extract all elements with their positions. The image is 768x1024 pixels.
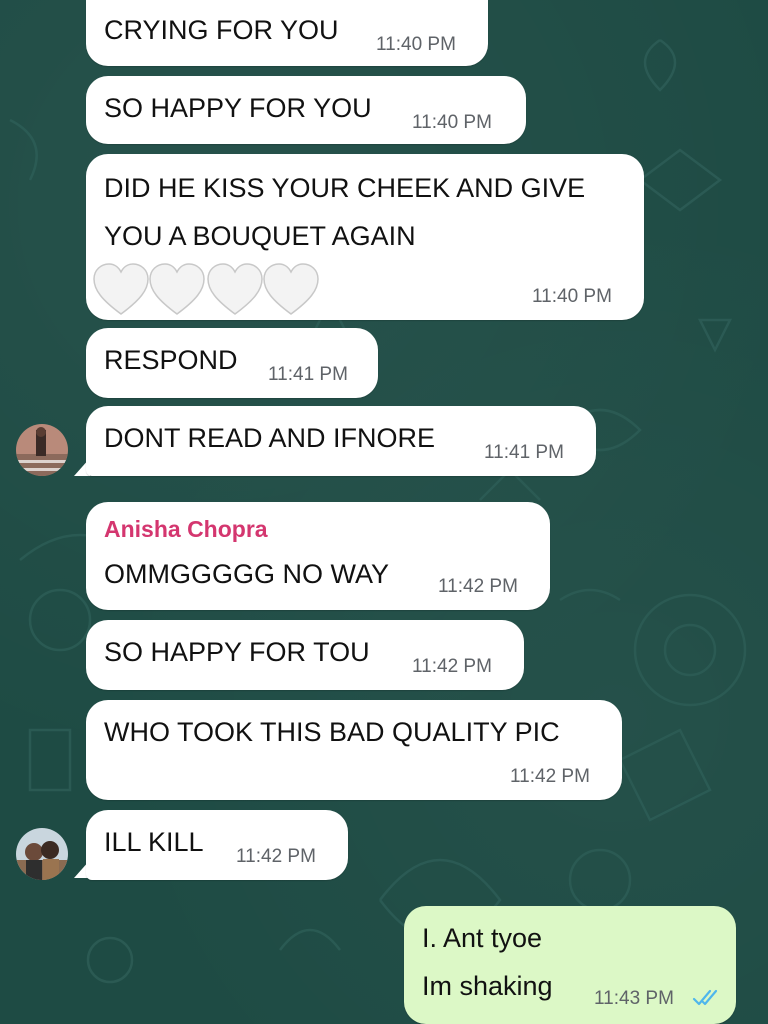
- double-check-icon: [692, 989, 718, 1006]
- message-bubble[interactable]: CRYING FOR YOU 11:40 PM: [86, 0, 488, 66]
- white-heart-icon: [263, 263, 319, 315]
- message-bubble[interactable]: RESPOND 11:41 PM: [86, 328, 378, 398]
- message-time: 11:42 PM: [510, 766, 590, 787]
- message-time: 11:40 PM: [376, 34, 456, 55]
- avatar-photo: [16, 424, 68, 476]
- message-text: ILL KILL: [104, 827, 204, 857]
- message-text: DONT READ AND IFNORE: [104, 423, 436, 453]
- message-text-line-2: YOU A BOUQUET AGAIN: [104, 221, 416, 251]
- white-heart-icon: [207, 263, 263, 315]
- message-bubble[interactable]: Anisha Chopra OMMGGGGG NO WAY 11:42 PM: [86, 502, 550, 610]
- sender-avatar[interactable]: [16, 424, 68, 476]
- sender-name[interactable]: Anisha Chopra: [104, 516, 268, 543]
- message-text-line-2: Im shaking: [422, 971, 553, 1001]
- message-time: 11:40 PM: [412, 112, 492, 133]
- message-text: WHO TOOK THIS BAD QUALITY PIC: [104, 717, 560, 747]
- white-heart-icon: [93, 263, 149, 315]
- sender-avatar[interactable]: [16, 828, 68, 880]
- message-time: 11:43 PM: [594, 988, 674, 1009]
- avatar-photo: [16, 828, 68, 880]
- message-time: 11:42 PM: [438, 576, 518, 597]
- message-bubble[interactable]: SO HAPPY FOR YOU 11:40 PM: [86, 76, 526, 144]
- message-bubble[interactable]: SO HAPPY FOR TOU 11:42 PM: [86, 620, 524, 690]
- message-text: SO HAPPY FOR YOU: [104, 93, 372, 123]
- message-time: 11:41 PM: [268, 364, 348, 385]
- message-time: 11:42 PM: [236, 846, 316, 867]
- message-time: 11:42 PM: [412, 656, 492, 677]
- outgoing-message-bubble[interactable]: I. Ant tyoe Im shaking 11:43 PM: [404, 906, 736, 1024]
- message-bubble[interactable]: DID HE KISS YOUR CHEEK AND GIVE YOU A BO…: [86, 154, 644, 320]
- message-bubble[interactable]: WHO TOOK THIS BAD QUALITY PIC 11:42 PM: [86, 700, 622, 800]
- message-time: 11:41 PM: [484, 442, 564, 463]
- message-bubble[interactable]: DONT READ AND IFNORE 11:41 PM: [86, 406, 596, 476]
- message-text-line-1: I. Ant tyoe: [422, 923, 543, 953]
- message-text-line-1: DID HE KISS YOUR CHEEK AND GIVE: [104, 173, 586, 203]
- message-text: SO HAPPY FOR TOU: [104, 637, 370, 667]
- message-bubble[interactable]: ILL KILL 11:42 PM: [86, 810, 348, 880]
- message-text: OMMGGGGG NO WAY: [104, 559, 389, 589]
- message-text: RESPOND: [104, 345, 238, 375]
- message-time: 11:40 PM: [532, 286, 612, 307]
- message-text: CRYING FOR YOU: [104, 15, 339, 45]
- white-heart-icon: [149, 263, 205, 315]
